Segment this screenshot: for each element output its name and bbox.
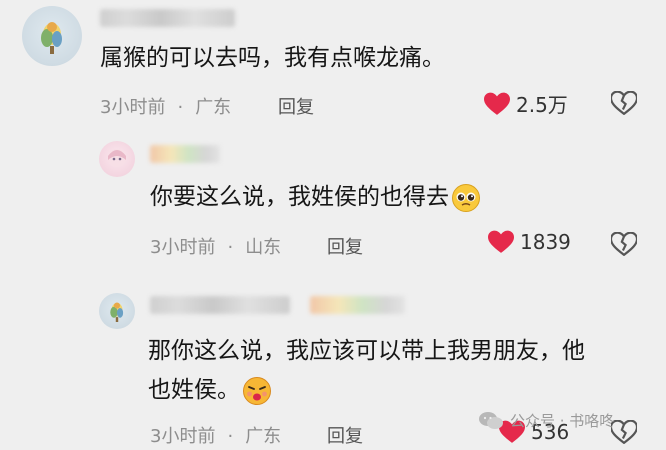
- username-blurred[interactable]: [100, 9, 235, 27]
- comment-text-body: 你要这么说，我姓侯的也得去: [150, 184, 449, 210]
- reply-button[interactable]: 回复: [327, 233, 363, 259]
- bird-avatar-icon: [110, 302, 124, 322]
- meta-separator: ·: [227, 426, 234, 447]
- avatar[interactable]: [99, 293, 135, 329]
- comment-text: 你要这么说，我姓侯的也得去: [150, 182, 481, 213]
- heart-icon: [484, 92, 510, 115]
- like-count: 1839: [520, 230, 571, 254]
- comment-text-line2: 也姓侯。: [148, 377, 240, 403]
- comment-meta: 3小时前 · 广东: [150, 422, 281, 448]
- kissing-face-icon: [243, 376, 271, 405]
- meta-separator: ·: [227, 237, 234, 258]
- watermark-text: 公众号 · 书咯咚: [510, 412, 615, 430]
- meta-separator: ·: [177, 97, 184, 118]
- comment-time: 3小时前: [150, 237, 216, 258]
- wechat-icon: [479, 411, 503, 429]
- heart-icon: [488, 230, 514, 253]
- broken-heart-icon[interactable]: [611, 91, 637, 115]
- username-blurred[interactable]: [150, 145, 220, 163]
- avatar[interactable]: [99, 141, 135, 177]
- comment-time: 3小时前: [150, 426, 216, 447]
- bird-avatar-icon: [41, 22, 62, 54]
- comment-text: 属猴的可以去吗，我有点喉龙痛。: [100, 45, 445, 71]
- comment-meta: 3小时前 · 山东: [150, 233, 281, 259]
- comment-meta: 3小时前 · 广东: [100, 93, 231, 119]
- username-blurred-tail: [310, 296, 405, 314]
- avatar[interactable]: [22, 6, 82, 66]
- comment-location: 广东: [245, 426, 282, 447]
- comment-text-line1: 那你这么说，我应该可以带上我男朋友，他: [148, 338, 585, 364]
- pleading-face-icon: [452, 183, 480, 212]
- comment-time: 3小时前: [100, 97, 166, 118]
- reply-button[interactable]: 回复: [327, 422, 363, 448]
- watermark: 公众号 · 书咯咚: [478, 410, 614, 431]
- comment-text: 也姓侯。: [148, 375, 272, 406]
- comment-location: 广东: [195, 97, 232, 118]
- comment-location: 山东: [245, 237, 282, 258]
- reply-button[interactable]: 回复: [278, 93, 314, 119]
- like-button[interactable]: 1839: [488, 230, 571, 254]
- like-count: 2.5万: [516, 93, 568, 117]
- anime-avatar-icon: [108, 149, 126, 167]
- broken-heart-icon[interactable]: [611, 420, 637, 444]
- username-blurred[interactable]: [150, 296, 290, 314]
- broken-heart-icon[interactable]: [611, 232, 637, 256]
- like-button[interactable]: 2.5万: [484, 89, 568, 118]
